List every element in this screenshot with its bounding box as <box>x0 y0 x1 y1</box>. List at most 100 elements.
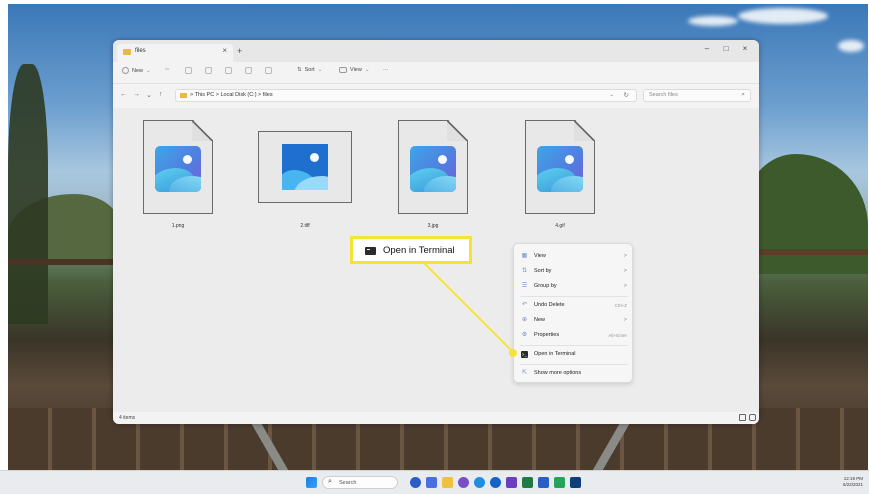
forward-arrow-icon[interactable]: → <box>133 91 140 98</box>
xbox-icon[interactable] <box>554 477 565 488</box>
new-button[interactable]: New ⌄ <box>122 67 151 74</box>
minimize-button[interactable]: – <box>701 44 713 53</box>
search-input[interactable]: Search files ⌕ <box>643 89 751 102</box>
wrench-icon: ⚙ <box>521 332 528 338</box>
terminal-icon <box>365 247 376 255</box>
submenu-arrow-icon: > <box>623 253 627 259</box>
folder-icon <box>180 93 187 98</box>
status-bar: 4 items <box>113 412 759 424</box>
copy-button[interactable] <box>185 67 192 74</box>
plus-circle-icon <box>122 67 129 74</box>
view-button[interactable]: View ⌄ <box>339 67 369 73</box>
submenu-arrow-icon: > <box>623 268 627 274</box>
menu-item-open-in-terminal[interactable]: >_ Open in Terminal <box>514 348 634 362</box>
callout-label-box: Open in Terminal <box>350 236 472 264</box>
task-view-icon[interactable] <box>410 477 421 488</box>
image-file-icon <box>410 146 456 192</box>
undo-icon: ↶ <box>521 302 528 308</box>
menu-item-label: Group by <box>534 283 557 289</box>
file-explorer-icon[interactable] <box>442 477 453 488</box>
paste-button[interactable] <box>205 67 212 74</box>
navigation-bar: ← → ⌄ ↑ > This PC > Local Disk (C:) > fi… <box>113 84 759 108</box>
teams-icon[interactable] <box>458 477 469 488</box>
store-icon[interactable] <box>474 477 485 488</box>
maximize-button[interactable]: □ <box>720 44 732 53</box>
file-item[interactable]: 1.png <box>138 120 218 230</box>
menu-item-label: Sort by <box>534 268 552 274</box>
widgets-icon[interactable] <box>426 477 437 488</box>
see-more-button[interactable]: ··· <box>383 67 389 73</box>
menu-item-new[interactable]: ⊕ New > <box>514 314 634 328</box>
excel-icon[interactable] <box>522 477 533 488</box>
trash-icon <box>265 67 272 74</box>
file-item[interactable]: 4.gif <box>520 120 600 230</box>
menu-item-properties[interactable]: ⚙ Properties Alt+Enter <box>514 329 634 343</box>
shortcut-text: Alt+Enter <box>608 332 627 338</box>
search-icon: ⌕ <box>328 478 332 485</box>
share-icon: ⇱ <box>521 370 528 376</box>
rename-icon <box>225 67 232 74</box>
onenote-icon[interactable] <box>506 477 517 488</box>
menu-item-view[interactable]: ▦ View > <box>514 250 634 264</box>
item-count: 4 items <box>119 415 136 421</box>
menu-item-show-more-options[interactable]: ⇱ Show more options <box>514 367 634 381</box>
system-clock[interactable]: 12:19 PM 6/22/2021 <box>843 476 863 488</box>
recent-chevron-icon[interactable]: ⌄ <box>146 91 152 99</box>
image-file-icon <box>537 146 583 192</box>
menu-item-undo-delete[interactable]: ↶ Undo Delete Ctrl+Z <box>514 299 634 313</box>
file-item[interactable]: 2.tiff <box>258 120 352 230</box>
taskbar-search[interactable]: ⌕ Search <box>322 476 398 489</box>
menu-item-label: View <box>534 253 546 259</box>
address-dropdown-icon[interactable]: ⌄ <box>609 92 614 98</box>
menu-item-label: Properties <box>534 332 560 338</box>
start-icon[interactable] <box>306 477 317 488</box>
share-button[interactable] <box>245 67 252 74</box>
file-name: 4.gif <box>555 223 565 229</box>
rename-button[interactable] <box>225 67 232 74</box>
details-view-icon[interactable] <box>739 414 746 421</box>
back-arrow-icon[interactable]: ← <box>120 91 127 98</box>
photoshop-icon[interactable] <box>570 477 581 488</box>
submenu-arrow-icon: > <box>623 317 627 323</box>
file-explorer-window: files × + – □ × New ⌄ ✂ ⇅ Sort ⌄ View ⌄ … <box>113 40 759 424</box>
file-name: 1.png <box>171 223 185 229</box>
menu-item-group-by[interactable]: ☰ Group by > <box>514 280 634 294</box>
tiles-view-icon[interactable] <box>749 414 756 421</box>
menu-item-label: Undo Delete <box>534 302 565 308</box>
word-icon[interactable] <box>538 477 549 488</box>
menu-separator <box>520 364 628 365</box>
new-label: New <box>132 67 144 74</box>
refresh-icon[interactable]: ↻ <box>624 91 629 99</box>
cut-button[interactable]: ✂ <box>165 67 170 73</box>
folder-icon <box>123 49 131 55</box>
share-icon <box>245 67 252 74</box>
shortcut-text: Ctrl+Z <box>614 302 627 308</box>
grid-icon: ▦ <box>521 253 528 259</box>
up-arrow-icon[interactable]: ↑ <box>159 91 163 98</box>
more-icon: ··· <box>383 67 389 73</box>
menu-item-sort-by[interactable]: ⇅ Sort by > <box>514 265 634 279</box>
delete-button[interactable] <box>265 67 272 74</box>
view-icon <box>339 67 347 73</box>
view-label: View <box>350 67 362 73</box>
context-menu: ▦ View > ⇅ Sort by > ☰ Group by > ↶ Undo… <box>513 243 633 383</box>
sort-button[interactable]: ⇅ Sort ⌄ <box>297 67 322 73</box>
group-icon: ☰ <box>521 283 528 289</box>
file-item[interactable]: 3.jpg <box>393 120 473 230</box>
edge-icon[interactable] <box>490 477 501 488</box>
sort-label: Sort <box>304 67 315 73</box>
menu-separator <box>520 296 628 297</box>
close-tab-button[interactable]: × <box>222 46 227 55</box>
tab-files[interactable]: files × <box>117 44 233 62</box>
tab-title: files <box>135 48 146 54</box>
clipboard-icon <box>205 67 212 74</box>
title-bar: files × + – □ × <box>113 40 759 62</box>
file-name: 3.jpg <box>427 223 439 229</box>
new-tab-button[interactable]: + <box>237 46 242 56</box>
close-button[interactable]: × <box>739 44 751 53</box>
address-bar[interactable]: > This PC > Local Disk (C:) > files ⌄ ↻ <box>175 89 637 102</box>
plus-circle-icon: ⊕ <box>521 317 528 323</box>
submenu-arrow-icon: > <box>623 283 627 289</box>
sort-icon: ⇅ <box>297 67 302 73</box>
breadcrumb[interactable]: > This PC > Local Disk (C:) > files <box>190 92 273 98</box>
